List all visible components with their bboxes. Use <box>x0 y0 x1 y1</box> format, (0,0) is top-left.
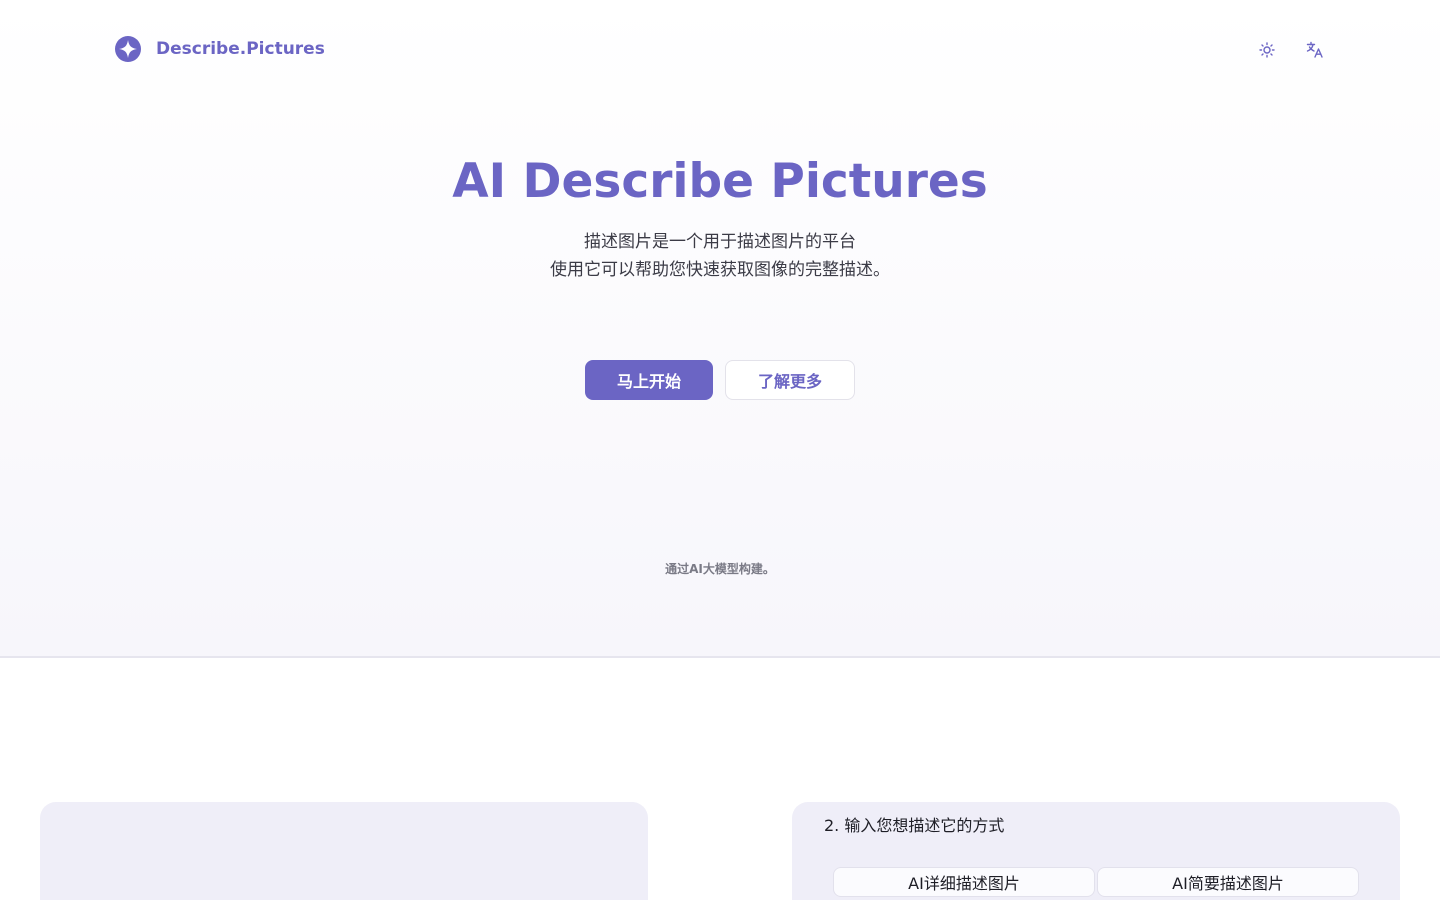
step2-label: 2. 输入您想描述它的方式 <box>824 816 1005 835</box>
brief-description-option[interactable]: AI简要描述图片 <box>1097 867 1359 897</box>
description-options-panel: 2. 输入您想描述它的方式 AI详细描述图片 AI简要描述图片 <box>792 802 1400 900</box>
brand-link[interactable]: Describe.Pictures <box>114 35 325 63</box>
translate-icon <box>1306 41 1323 58</box>
detailed-description-option[interactable]: AI详细描述图片 <box>833 867 1095 897</box>
hero-subtitle-line2: 使用它可以帮助您快速获取图像的完整描述。 <box>550 260 890 280</box>
theme-toggle-button[interactable] <box>1256 39 1278 61</box>
sun-icon <box>1259 42 1275 58</box>
top-nav: Describe.Pictures <box>114 35 1326 65</box>
get-started-button[interactable]: 马上开始 <box>585 360 713 400</box>
built-with-note: 通过AI大模型构建。 <box>665 562 775 576</box>
learn-more-button[interactable]: 了解更多 <box>725 360 855 400</box>
page-title: AI Describe Pictures <box>452 154 988 209</box>
language-button[interactable] <box>1304 39 1326 61</box>
image-upload-panel[interactable] <box>40 802 648 900</box>
brand-name: Describe.Pictures <box>156 39 325 59</box>
hero-subtitle-line1: 描述图片是一个用于描述图片的平台 <box>584 232 856 252</box>
hero-section: Describe.Pictures AI Describe Pictures 描… <box>0 0 1440 658</box>
sparkle-logo-icon <box>115 36 141 62</box>
